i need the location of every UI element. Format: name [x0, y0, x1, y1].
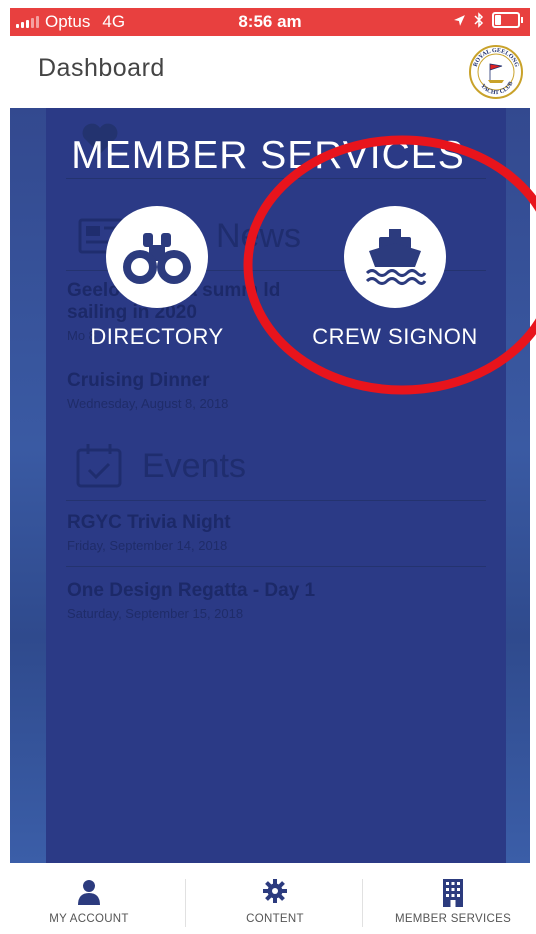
tab-member-services[interactable]: MEMBER SERVICES	[364, 863, 536, 934]
tab-label: MY ACCOUNT	[49, 913, 129, 925]
status-time: 8:56 am	[238, 12, 302, 31]
event-item-title[interactable]: One Design Regatta - Day 1	[67, 580, 315, 602]
tab-label: MEMBER SERVICES	[394, 913, 512, 925]
tab-label: CONTENT	[246, 913, 304, 925]
app-header: Dashboard ROYAL GEELONG YACHT CLUB	[10, 36, 530, 108]
events-heading-label: Events	[142, 446, 246, 485]
binoculars-icon	[123, 233, 191, 284]
tab-my-account[interactable]: MY ACCOUNT	[0, 863, 178, 934]
news-item-date: Wednesday, August 8, 2018	[67, 396, 229, 411]
page-title: Dashboard	[38, 54, 165, 82]
club-logo[interactable]: ROYAL GEELONG YACHT CLUB	[468, 44, 524, 100]
event-item-date: Friday, September 14, 2018	[67, 538, 228, 553]
divider	[66, 500, 486, 501]
user-icon	[78, 880, 100, 905]
divider	[66, 566, 486, 567]
divider	[362, 879, 363, 927]
bottom-tab-bar: MY ACCOUNT CONTENT MEMBER SERVICES	[0, 863, 536, 934]
bluetooth-icon	[474, 12, 484, 28]
tab-content[interactable]: CONTENT	[186, 863, 364, 934]
location-arrow-icon	[454, 14, 465, 26]
calendar-check-icon	[76, 444, 122, 488]
status-right	[453, 12, 523, 28]
directory-circle[interactable]	[106, 206, 208, 308]
highlight-ring	[243, 135, 536, 395]
directory-label: DIRECTORY	[90, 324, 224, 349]
building-icon	[443, 879, 463, 907]
directory-button[interactable]: DIRECTORY	[72, 206, 242, 350]
news-item-title[interactable]: Cruising Dinner	[67, 370, 210, 392]
gear-icon	[263, 879, 287, 903]
status-bar: Optus 4G 8:56 am	[10, 8, 530, 36]
event-item-title[interactable]: RGYC Trivia Night	[67, 512, 231, 534]
events-heading: Events	[74, 442, 246, 490]
event-item-date: Saturday, September 15, 2018	[67, 606, 244, 621]
battery-icon	[492, 12, 523, 28]
